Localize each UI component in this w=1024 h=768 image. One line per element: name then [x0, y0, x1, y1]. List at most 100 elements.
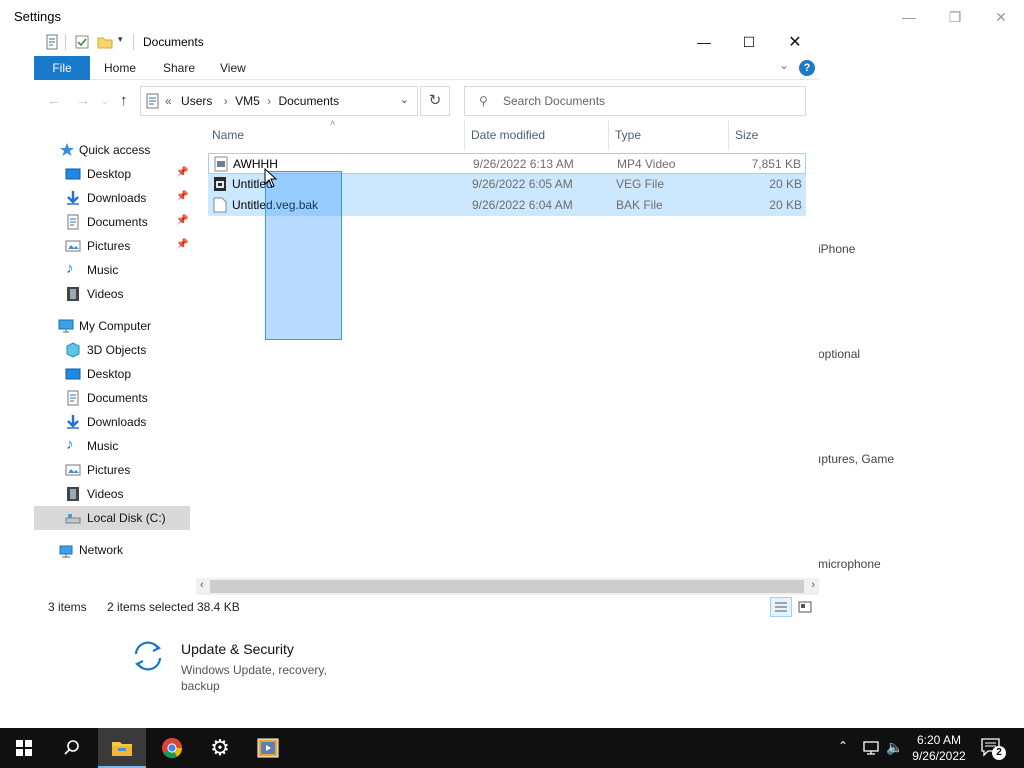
column-name[interactable]: Name [206, 120, 465, 150]
checkmark-icon[interactable] [74, 34, 90, 50]
breadcrumb-documents[interactable]: Documents [278, 94, 339, 108]
large-icons-view-button[interactable] [794, 597, 816, 617]
forward-arrow-icon[interactable]: → [76, 92, 90, 108]
expand-ribbon-icon[interactable]: ⌄ [779, 58, 789, 72]
nav-3d-objects[interactable]: 3D Objects [34, 338, 190, 362]
scrollbar-thumb[interactable] [210, 580, 804, 593]
3d-objects-icon [66, 342, 80, 358]
music-icon: ♪ [66, 436, 74, 453]
nav-desktop[interactable]: Desktop [34, 362, 190, 386]
minimize-button[interactable]: — [681, 28, 727, 56]
windows-logo-icon [16, 740, 32, 756]
nav-quick-pictures[interactable]: Pictures 📌 [34, 234, 190, 258]
nav-label: Videos [87, 287, 124, 301]
show-hidden-icons-icon[interactable]: ⌃ [838, 739, 848, 753]
settings-fragment[interactable]: ıptures, Game [818, 452, 894, 466]
address-bar[interactable]: « Users › VM5 › Documents ⌄ [140, 86, 418, 116]
refresh-button[interactable]: ↻ [420, 86, 450, 116]
nav-music[interactable]: ♪ Music [34, 434, 190, 458]
nav-videos[interactable]: Videos [34, 482, 190, 506]
document-icon [67, 390, 79, 406]
nav-quick-desktop[interactable]: Desktop 📌 [34, 162, 190, 186]
nav-label: Downloads [87, 415, 147, 429]
nav-my-computer[interactable]: My Computer [34, 314, 190, 338]
settings-title: Settings [14, 9, 61, 24]
close-button[interactable]: ✕ [772, 28, 818, 56]
tab-view[interactable]: View [220, 56, 246, 80]
taskbar-chrome[interactable] [148, 728, 196, 768]
drive-icon [65, 514, 81, 524]
settings-restore-button[interactable]: ❐ [932, 4, 978, 30]
column-date-modified[interactable]: Date modified [465, 120, 609, 150]
horizontal-scrollbar[interactable]: ‹ › [196, 578, 819, 595]
pictures-icon [65, 240, 81, 252]
up-arrow-icon[interactable]: ↑ [120, 92, 128, 109]
network-status-icon[interactable] [862, 740, 880, 756]
taskbar: ⚙ ⌃ 🔈 6:20 AM 9/26/2022 2 [0, 728, 1024, 768]
nav-network[interactable]: Network [34, 538, 190, 562]
volume-icon[interactable]: 🔈 [886, 739, 903, 756]
taskbar-settings[interactable]: ⚙ [196, 728, 244, 768]
recent-locations-icon[interactable]: ⌄ [101, 96, 109, 107]
scroll-left-icon[interactable]: ‹ [200, 579, 204, 591]
nav-pictures[interactable]: Pictures [34, 458, 190, 482]
tab-home[interactable]: Home [104, 56, 136, 80]
address-dropdown-icon[interactable]: ⌄ [400, 93, 409, 106]
help-button[interactable]: ? [799, 60, 815, 76]
maximize-button[interactable]: ☐ [726, 28, 772, 56]
file-date: 9/26/2022 6:05 AM [472, 177, 573, 191]
properties-icon[interactable] [44, 34, 60, 50]
veg-file-icon [214, 177, 226, 191]
customize-toolbar-icon[interactable]: ▾ [118, 34, 123, 45]
pin-icon[interactable]: 📌 [176, 167, 188, 178]
navigation-pane: Quick access Desktop 📌 Downloads 📌 Docum… [34, 134, 194, 584]
search-input[interactable] [503, 92, 793, 110]
scroll-right-icon[interactable]: › [811, 579, 815, 591]
back-arrow-icon[interactable]: ← [47, 92, 61, 108]
settings-minimize-button[interactable]: — [886, 4, 932, 30]
nav-downloads[interactable]: Downloads [34, 410, 190, 434]
breadcrumb-vm5[interactable]: VM5 [235, 94, 260, 108]
column-size[interactable]: Size [729, 120, 810, 150]
action-center-button[interactable]: 2 [980, 737, 1008, 760]
file-date: 9/26/2022 6:13 AM [473, 157, 574, 171]
nav-documents[interactable]: Documents [34, 386, 190, 410]
search-button[interactable] [48, 728, 96, 768]
breadcrumb-users[interactable]: Users [181, 94, 212, 108]
settings-close-button[interactable]: ✕ [978, 4, 1024, 30]
tab-share[interactable]: Share [163, 56, 195, 80]
selected-count: 2 items selected [107, 600, 194, 614]
taskbar-media-app[interactable] [244, 728, 292, 768]
nav-quick-access[interactable]: Quick access [34, 138, 190, 162]
search-box[interactable]: ⚲ [464, 86, 806, 116]
nav-quick-downloads[interactable]: Downloads 📌 [34, 186, 190, 210]
column-type[interactable]: Type [609, 120, 729, 150]
settings-fragment[interactable]: iPhone [818, 242, 855, 256]
settings-fragment[interactable]: microphone [818, 557, 881, 571]
tab-file[interactable]: File [34, 56, 90, 80]
taskbar-file-explorer[interactable] [98, 728, 146, 768]
nav-quick-videos[interactable]: Videos [34, 282, 190, 306]
pin-icon[interactable]: 📌 [176, 215, 188, 226]
file-size: 7,851 KB [751, 157, 801, 171]
nav-quick-music[interactable]: ♪ Music [34, 258, 190, 282]
breadcrumb-separator: › [267, 94, 272, 108]
pin-icon[interactable]: 📌 [176, 191, 188, 202]
details-view-button[interactable] [770, 597, 792, 617]
star-icon [60, 143, 74, 156]
navigation-bar: ← → ⌄ ↑ « Users › VM5 › Documents ⌄ ↻ ⚲ [34, 84, 819, 118]
clock-time: 6:20 AM [916, 733, 962, 747]
settings-fragment[interactable]: optional [818, 347, 860, 361]
system-clock[interactable]: 6:20 AM 9/26/2022 [904, 732, 974, 764]
start-button[interactable] [0, 728, 48, 768]
selection-marquee [265, 171, 342, 340]
nav-label: Quick access [79, 143, 151, 157]
breadcrumb-overflow[interactable]: « [165, 94, 172, 108]
new-folder-icon[interactable] [97, 34, 113, 50]
nav-quick-documents[interactable]: Documents 📌 [34, 210, 190, 234]
nav-local-disk[interactable]: Local Disk (C:) [34, 506, 190, 530]
nav-label: Documents [87, 215, 148, 229]
pin-icon[interactable]: 📌 [176, 239, 188, 250]
details-view-icon [775, 602, 787, 612]
status-bar: 3 items 2 items selected 38.4 KB [34, 596, 819, 618]
